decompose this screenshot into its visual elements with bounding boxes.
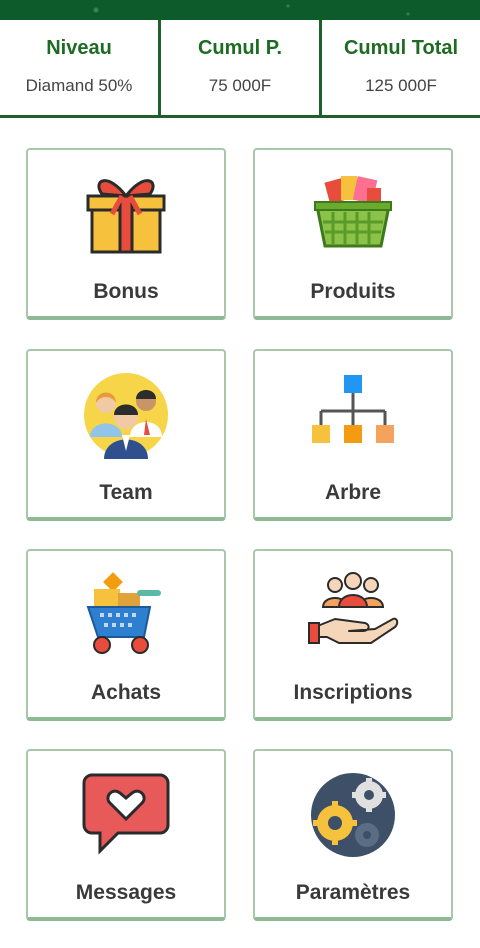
registration-icon xyxy=(308,572,399,644)
menu-card-messages[interactable]: Messages xyxy=(26,749,226,921)
menu-label: Achats xyxy=(90,681,162,704)
message-icon xyxy=(82,773,170,855)
menu-label: Produits xyxy=(310,280,396,303)
stat-title: Niveau xyxy=(46,37,112,59)
stat-title: Cumul Total xyxy=(343,37,459,59)
menu-card-achats[interactable]: Achats xyxy=(26,549,226,721)
menu-card-arbre[interactable]: Arbre xyxy=(253,349,453,521)
stat-cumul-p: Cumul P. 75 000F xyxy=(158,20,319,115)
menu-label: Arbre xyxy=(324,481,382,504)
cart-icon xyxy=(86,572,161,654)
stat-title: Cumul P. xyxy=(197,37,283,59)
tree-icon xyxy=(312,375,394,443)
menu-card-parametres[interactable]: Paramètres xyxy=(253,749,453,921)
menu-card-bonus[interactable]: Bonus xyxy=(26,148,226,320)
menu-label: Paramètres xyxy=(295,881,411,904)
settings-icon xyxy=(311,773,395,857)
menu-card-inscriptions[interactable]: Inscriptions xyxy=(253,549,453,721)
menu-card-produits[interactable]: Produits xyxy=(253,148,453,320)
header-banner xyxy=(0,0,480,20)
basket-icon xyxy=(314,176,392,248)
menu-label: Bonus xyxy=(93,280,159,303)
stat-value: Diamand 50% xyxy=(25,76,133,95)
menu-card-team[interactable]: Team xyxy=(26,349,226,521)
stat-value: 75 000F xyxy=(208,76,272,95)
stat-niveau: Niveau Diamand 50% xyxy=(0,20,158,115)
menu-label: Messages xyxy=(75,881,177,904)
stat-value: 125 000F xyxy=(365,76,437,95)
menu-label: Team xyxy=(99,481,153,504)
stats-bar: Niveau Diamand 50% Cumul P. 75 000F Cumu… xyxy=(0,20,480,118)
gift-icon xyxy=(86,179,166,254)
stat-cumul-total: Cumul Total 125 000F xyxy=(319,20,480,115)
team-icon xyxy=(84,373,168,459)
menu-label: Inscriptions xyxy=(293,681,413,704)
